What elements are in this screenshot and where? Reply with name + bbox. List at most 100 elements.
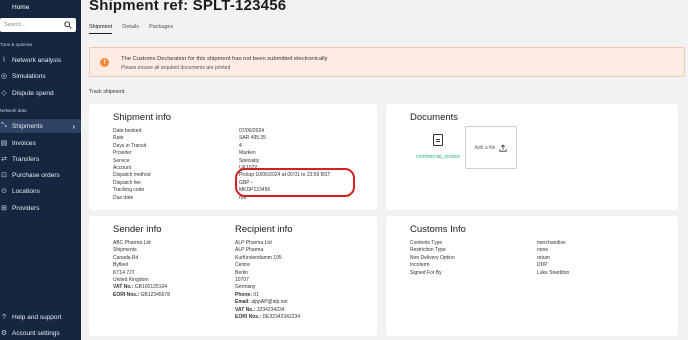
sidebar-home[interactable]: Home	[2, 4, 29, 11]
tab-packages[interactable]: Packages	[149, 24, 173, 34]
documents-heading: Documents	[410, 112, 459, 123]
track-shipment-link[interactable]: Track shipment	[89, 89, 124, 95]
invoice-icon: ▤	[0, 140, 8, 147]
sender-line: Shipments	[113, 247, 137, 254]
network-icon: ⌇	[2, 57, 6, 64]
warning-icon: !	[100, 58, 109, 67]
recipient-line: Germany	[235, 284, 256, 291]
shipment-info-heading: Shipment info	[113, 112, 172, 123]
sidebar-item-label: Providers	[12, 204, 40, 212]
annotation-highlight	[235, 168, 355, 197]
sidebar-item-label: Invoices	[12, 139, 36, 147]
recipient-line: Centre	[235, 262, 251, 269]
sidebar-item-label: Network analysis	[12, 56, 62, 64]
add-file-button[interactable]: Add a file	[465, 126, 517, 169]
sidebar-item-help[interactable]: ? Help and support	[0, 310, 81, 324]
alert-subtitle: Please ensure all required documents are…	[121, 65, 231, 71]
search-icon	[64, 21, 72, 29]
label-provider: Provider	[113, 150, 132, 157]
sidebar-section-network: Network data	[0, 108, 27, 113]
home-label: Home	[12, 4, 30, 11]
sidebar-item-shipments[interactable]: ⤡ Shipments ›	[0, 119, 81, 133]
sender-line: Canada Rd	[113, 254, 139, 261]
chevron-right-icon: ›	[72, 121, 75, 131]
value-provider: Marken	[239, 150, 256, 157]
label-account: Account	[113, 165, 132, 172]
value-restriction-type: none	[537, 247, 549, 254]
transfer-icon: ⇄	[1, 156, 7, 163]
sidebar-item-network-analysis[interactable]: ⌇ Network analysis	[0, 53, 81, 67]
recipient-vat: VAT No.: 3234234234	[235, 306, 285, 313]
recipient-phone: Phone: 01	[235, 291, 259, 298]
document-file[interactable]: commercial_invoice	[408, 134, 468, 160]
recipient-line: ALP Pharma Ltd	[235, 240, 272, 246]
recipient-info-heading: Recipient info	[235, 224, 293, 235]
provider-icon: ⊞	[1, 205, 7, 212]
label-contents-type: Contents Type	[410, 240, 443, 246]
documents-card: Documents commercial_invoice Add a file	[386, 104, 678, 210]
gear-icon: ⚙	[0, 330, 8, 337]
home-icon	[2, 5, 8, 11]
value-days-in-transit: 4	[239, 142, 242, 149]
sidebar-item-dispute-spend[interactable]: ◇ Dispute spend	[0, 86, 81, 100]
addresses-card: Sender info ABC Pharma Ltd Shipments Can…	[89, 216, 377, 336]
location-icon: ⊙	[1, 188, 7, 195]
shipments-icon: ⤡	[1, 122, 7, 129]
label-dispatch-fee: Dispatch fee	[113, 179, 141, 186]
value-signed-for-by: Luke Sneddon	[537, 269, 570, 276]
search-input[interactable]: Search...	[0, 18, 76, 32]
main-content: Shipment ref: SPLT-123456 Shipment Detai…	[81, 0, 688, 340]
label-days-in-transit: Days in Transit	[113, 142, 147, 149]
search-placeholder: Search...	[4, 22, 27, 28]
label-tracking-code: Tracking code	[113, 187, 145, 194]
sidebar-item-transfers[interactable]: ⇄ Transfers	[0, 152, 81, 166]
label-service: Service	[113, 157, 130, 164]
label-due-date: Due date	[113, 194, 134, 201]
tab-details[interactable]: Details	[122, 24, 139, 34]
customs-info-heading: Customs Info	[410, 224, 466, 235]
value-contents-type: merchandise	[537, 240, 566, 246]
recipient-line: Kurfürstendamm 195	[235, 254, 282, 261]
customs-alert: ! The Customs Declaration for this shipm…	[89, 47, 685, 77]
label-rate: Rate	[113, 135, 124, 142]
sidebar-item-label: Simulations	[12, 72, 46, 80]
sidebar-item-invoices[interactable]: ▤ Invoices	[0, 136, 81, 150]
sender-line: KT14 7JT	[113, 269, 135, 276]
sender-vat: VAT No.: GB100125104	[113, 284, 168, 291]
value-incoterm: DDP	[537, 262, 548, 269]
sidebar-item-locations[interactable]: ⊙ Locations	[0, 184, 81, 198]
sidebar-item-label: Locations	[12, 187, 40, 195]
label-dispatch-method: Dispatch method	[113, 172, 151, 179]
label-non-delivery-option: Non Delivery Option	[410, 254, 455, 261]
sender-line: Byfleet	[113, 262, 129, 269]
value-service: Specialty	[239, 157, 260, 164]
recipient-email: Email: alppAP@alp.net	[235, 299, 288, 306]
label-restriction-type: Restriction Type	[410, 247, 446, 254]
sender-line: ABC Pharma Ltd	[113, 240, 151, 246]
upload-icon	[499, 144, 508, 152]
recipient-line: 10707	[235, 277, 249, 284]
sidebar-section-optimise: Tune & optimise	[0, 42, 33, 47]
sidebar-item-simulations[interactable]: ◎ Simulations	[0, 69, 81, 83]
document-file-name: commercial_invoice	[416, 154, 460, 160]
value-non-delivery-option: return	[537, 254, 551, 261]
sidebar-item-label: Dispute spend	[12, 89, 54, 97]
sidebar-item-account-settings[interactable]: ⚙ Account settings	[0, 326, 81, 340]
sender-info-block: ABC Pharma Ltd Shipments Canada Rd Byfle…	[113, 240, 170, 299]
dispute-icon: ◇	[1, 90, 7, 97]
label-incoterm: Incoterm	[410, 262, 430, 269]
sidebar-item-purchase-orders[interactable]: ⊡ Purchase orders	[0, 168, 81, 182]
alert-title: The Customs Declaration for this shipmen…	[121, 56, 328, 62]
customs-info-values: merchandise none return DDP Luke Sneddon	[537, 240, 569, 277]
tab-bar: Shipment Details Packages	[89, 24, 173, 34]
sidebar-item-label: Account settings	[12, 329, 60, 337]
help-icon: ?	[2, 313, 6, 321]
sidebar-item-providers[interactable]: ⊞ Providers	[0, 201, 81, 215]
sidebar-item-label: Help and support	[12, 313, 62, 321]
recipient-line: ALP Pharma	[235, 247, 264, 254]
tab-shipment[interactable]: Shipment	[89, 24, 113, 34]
recipient-eori: EORI Nos.: DE32342342234	[235, 314, 301, 321]
sidebar: Home Search... Tune & optimise ⌇ Network…	[0, 0, 81, 340]
recipient-line: Berlin	[235, 269, 248, 276]
sidebar-item-label: Transfers	[12, 155, 40, 163]
